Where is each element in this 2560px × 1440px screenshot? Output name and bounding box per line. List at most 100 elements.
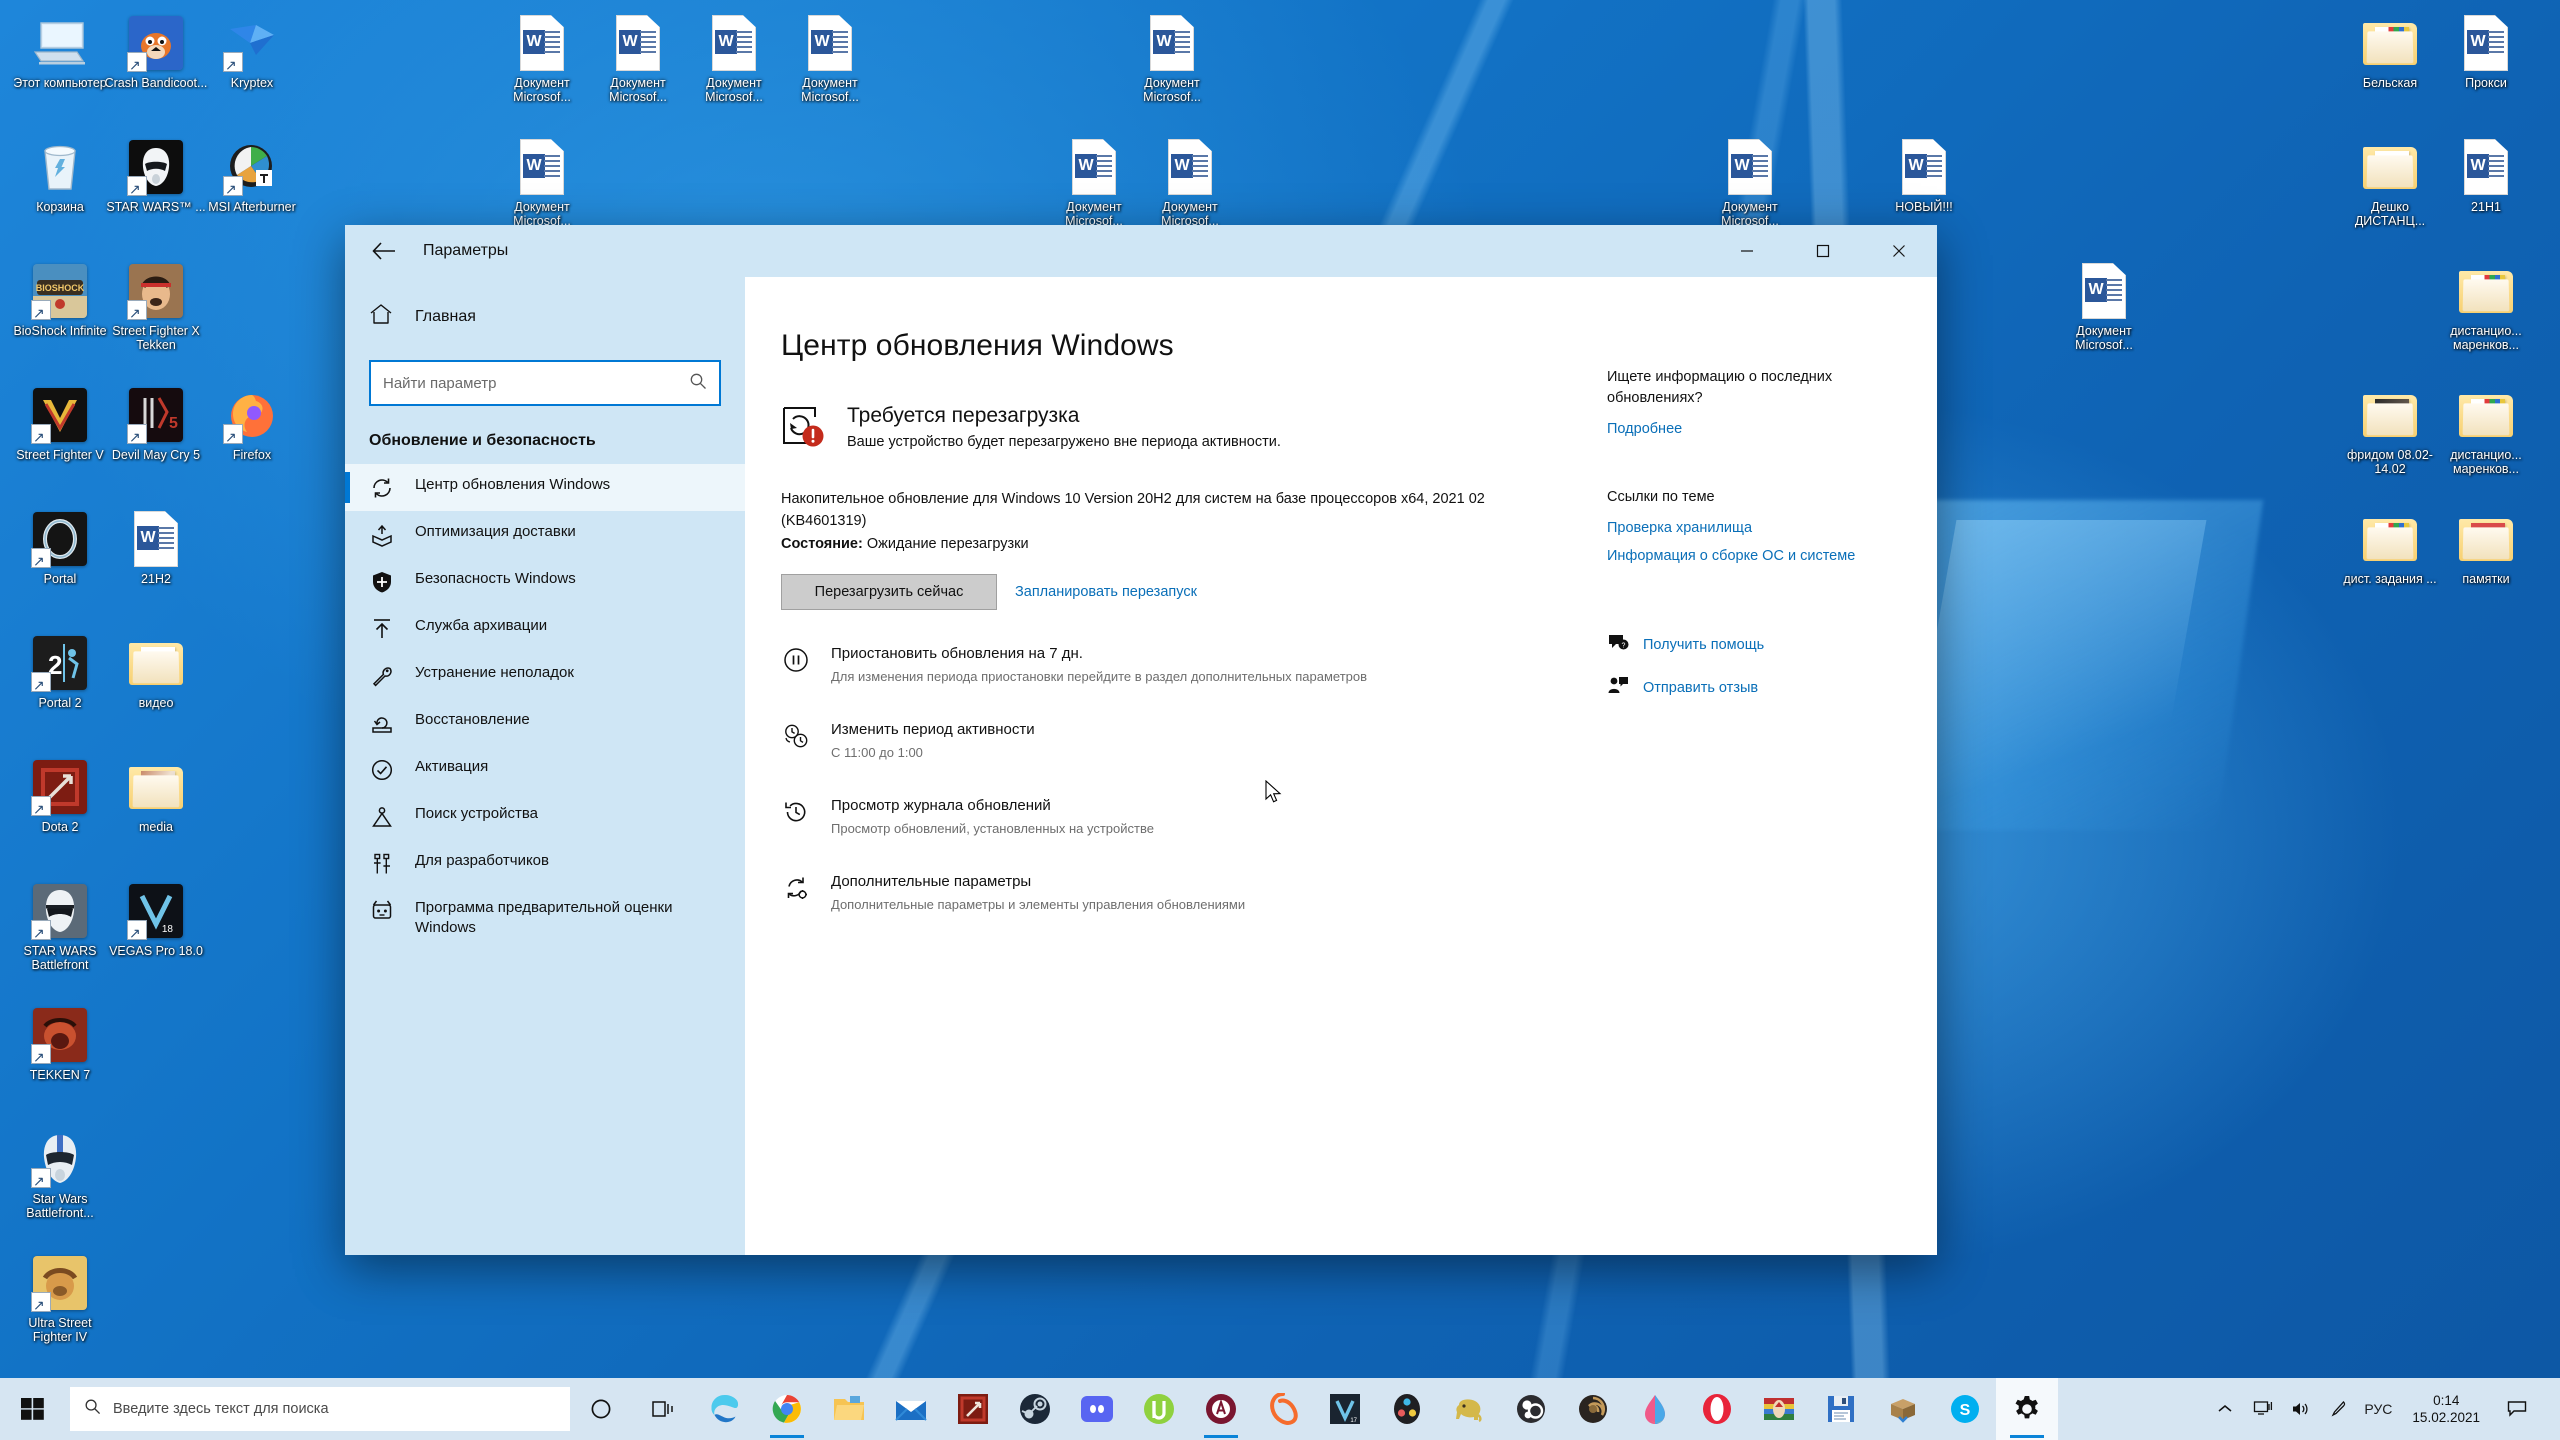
desktop-icon[interactable]: Корзина — [8, 138, 112, 214]
desktop-icon[interactable]: W Документ Microsof... — [586, 14, 690, 104]
language-indicator[interactable]: РУС — [2358, 1378, 2398, 1440]
network-icon[interactable] — [2244, 1378, 2282, 1440]
desktop-icon[interactable]: STAR WARS™ ... — [104, 138, 208, 214]
desktop-icon[interactable]: BIOSHOCK BioShock Infinite — [8, 262, 112, 338]
desktop-icon[interactable]: W Документ Microsof... — [682, 14, 786, 104]
update-option-4[interactable]: Дополнительные параметры Дополнительные п… — [781, 872, 1573, 914]
desktop-icon[interactable]: W НОВЫЙ!!! — [1872, 138, 1976, 214]
desktop-icon[interactable]: Дешко ДИСТАНЦ... — [2338, 138, 2442, 228]
close-button[interactable] — [1861, 225, 1937, 277]
sidebar-item-7[interactable]: Активация — [345, 746, 745, 793]
desktop-icon[interactable]: видео — [104, 634, 208, 710]
desktop-icon[interactable]: media — [104, 758, 208, 834]
sidebar-item-home[interactable]: Главная — [345, 293, 745, 340]
file-explorer-icon[interactable] — [818, 1378, 880, 1440]
desktop-icon[interactable]: W Документ Microsof... — [1698, 138, 1802, 228]
desktop-icon[interactable]: 18 VEGAS Pro 18.0 — [104, 882, 208, 958]
desktop-icon[interactable]: дист. задания ... — [2338, 510, 2442, 586]
davinci-resolve-icon[interactable] — [1376, 1378, 1438, 1440]
winrar-icon[interactable] — [1748, 1378, 1810, 1440]
desktop-icon[interactable]: Street Fighter V — [8, 386, 112, 462]
back-arrow-icon[interactable] — [357, 228, 411, 274]
sidebar-item-6[interactable]: Восстановление — [345, 699, 745, 746]
desktop-icon[interactable]: W Документ Microsof... — [490, 138, 594, 228]
maximize-button[interactable] — [1785, 225, 1861, 277]
option-title[interactable]: Приостановить обновления на 7 дн. — [831, 644, 1367, 664]
atom-launcher-icon[interactable] — [1190, 1378, 1252, 1440]
schedule-restart-link[interactable]: Запланировать перезапуск — [1015, 584, 1197, 600]
desktop-icon[interactable]: фридом 08.02-14.02 — [2338, 386, 2442, 476]
get-help-row[interactable]: ? Получить помощь — [1607, 632, 1911, 657]
discord-icon[interactable] — [1066, 1378, 1128, 1440]
taskbar-clock[interactable]: 0:14 15.02.2021 — [2398, 1378, 2494, 1440]
skype-icon[interactable]: S — [1934, 1378, 1996, 1440]
desktop-icon[interactable]: дистанцио... маренков... — [2434, 386, 2538, 476]
restart-now-button[interactable]: Перезагрузить сейчас — [781, 574, 997, 610]
origin-icon[interactable] — [1252, 1378, 1314, 1440]
desktop-icon[interactable]: 5 Devil May Cry 5 — [104, 386, 208, 462]
sidebar-item-4[interactable]: Служба архивации — [345, 605, 745, 652]
desktop-icon[interactable]: W 21H2 — [104, 510, 208, 586]
taskbar-search-input[interactable]: Введите здесь текст для поиска — [70, 1387, 570, 1431]
sidebar-item-3[interactable]: Безопасность Windows — [345, 558, 745, 605]
sidebar-item-1[interactable]: Центр обновления Windows — [345, 464, 745, 511]
obs-studio-icon[interactable] — [1500, 1378, 1562, 1440]
action-center-icon[interactable] — [2494, 1378, 2540, 1440]
desktop-icon[interactable]: TEKKEN 7 — [8, 1006, 112, 1082]
volume-icon[interactable] — [2282, 1378, 2320, 1440]
desktop-icon[interactable]: W 21H1 — [2434, 138, 2538, 214]
desktop-icon[interactable]: W Документ Microsof... — [1042, 138, 1146, 228]
php-elephant-icon[interactable] — [1438, 1378, 1500, 1440]
learn-more-link[interactable]: Подробнее — [1607, 421, 1911, 437]
dota2-icon[interactable] — [942, 1378, 1004, 1440]
desktop-icon[interactable]: Ultra Street Fighter IV — [8, 1254, 112, 1344]
desktop-icon[interactable]: STAR WARS Battlefront — [8, 882, 112, 972]
sidebar-item-8[interactable]: Поиск устройства — [345, 793, 745, 840]
windows-start-icon[interactable] — [0, 1378, 66, 1440]
task-view-icon[interactable] — [632, 1378, 694, 1440]
chrome-icon[interactable] — [756, 1378, 818, 1440]
desktop-icon[interactable]: MSI Afterburner — [200, 138, 304, 214]
cortana-icon[interactable] — [570, 1378, 632, 1440]
send-feedback-row[interactable]: Отправить отзыв — [1607, 675, 1911, 700]
show-hidden-icons-icon[interactable] — [2206, 1378, 2244, 1440]
opera-icon[interactable] — [1686, 1378, 1748, 1440]
mail-icon[interactable] — [880, 1378, 942, 1440]
show-desktop-button[interactable] — [2540, 1378, 2556, 1440]
desktop-icon[interactable]: Portal — [8, 510, 112, 586]
option-title[interactable]: Просмотр журнала обновлений — [831, 796, 1154, 816]
option-title[interactable]: Изменить период активности — [831, 720, 1035, 740]
desktop-icon[interactable]: дистанцио... маренков... — [2434, 262, 2538, 352]
desktop-icon[interactable]: Этот компьютер — [8, 14, 112, 90]
desktop-icon[interactable]: W Документ Microsof... — [1120, 14, 1224, 104]
desktop-icon[interactable]: Dota 2 — [8, 758, 112, 834]
desktop-icon[interactable]: W Документ Microsof... — [490, 14, 594, 104]
edge-icon[interactable] — [694, 1378, 756, 1440]
desktop-icon[interactable]: W Прокси — [2434, 14, 2538, 90]
desktop-icon[interactable]: Firefox — [200, 386, 304, 462]
minimize-button[interactable] — [1709, 225, 1785, 277]
desktop-icon[interactable]: Kryptex — [200, 14, 304, 90]
desktop-icon[interactable]: W Документ Microsof... — [778, 14, 882, 104]
sidebar-item-2[interactable]: Оптимизация доставки — [345, 511, 745, 558]
desktop-icon[interactable]: Star Wars Battlefront... — [8, 1130, 112, 1220]
desktop-icon[interactable]: W Документ Microsof... — [1138, 138, 1242, 228]
desktop-icon[interactable]: W Документ Microsof... — [2052, 262, 2156, 352]
box-icon[interactable] — [1872, 1378, 1934, 1440]
desktop-icon[interactable]: памятки — [2434, 510, 2538, 586]
update-option-1[interactable]: Приостановить обновления на 7 дн. Для изм… — [781, 644, 1573, 686]
photo-app-icon[interactable] — [1562, 1378, 1624, 1440]
desktop-icon[interactable]: Crash Bandicoot... — [104, 14, 208, 90]
steam-icon[interactable] — [1004, 1378, 1066, 1440]
vegas-pro-icon[interactable]: 17 — [1314, 1378, 1376, 1440]
utorrent-icon[interactable] — [1128, 1378, 1190, 1440]
desktop-icon[interactable]: Street Fighter X Tekken — [104, 262, 208, 352]
update-option-3[interactable]: Просмотр журнала обновлений Просмотр обно… — [781, 796, 1573, 838]
storage-check-link[interactable]: Проверка хранилища — [1607, 520, 1911, 536]
option-title[interactable]: Дополнительные параметры — [831, 872, 1245, 892]
sidebar-item-5[interactable]: Устранение неполадок — [345, 652, 745, 699]
settings-gear-icon[interactable] — [1996, 1378, 2058, 1440]
sidebar-item-9[interactable]: Для разработчиков — [345, 840, 745, 887]
desktop-icon[interactable]: Бельская — [2338, 14, 2442, 90]
search-box[interactable] — [369, 360, 721, 406]
